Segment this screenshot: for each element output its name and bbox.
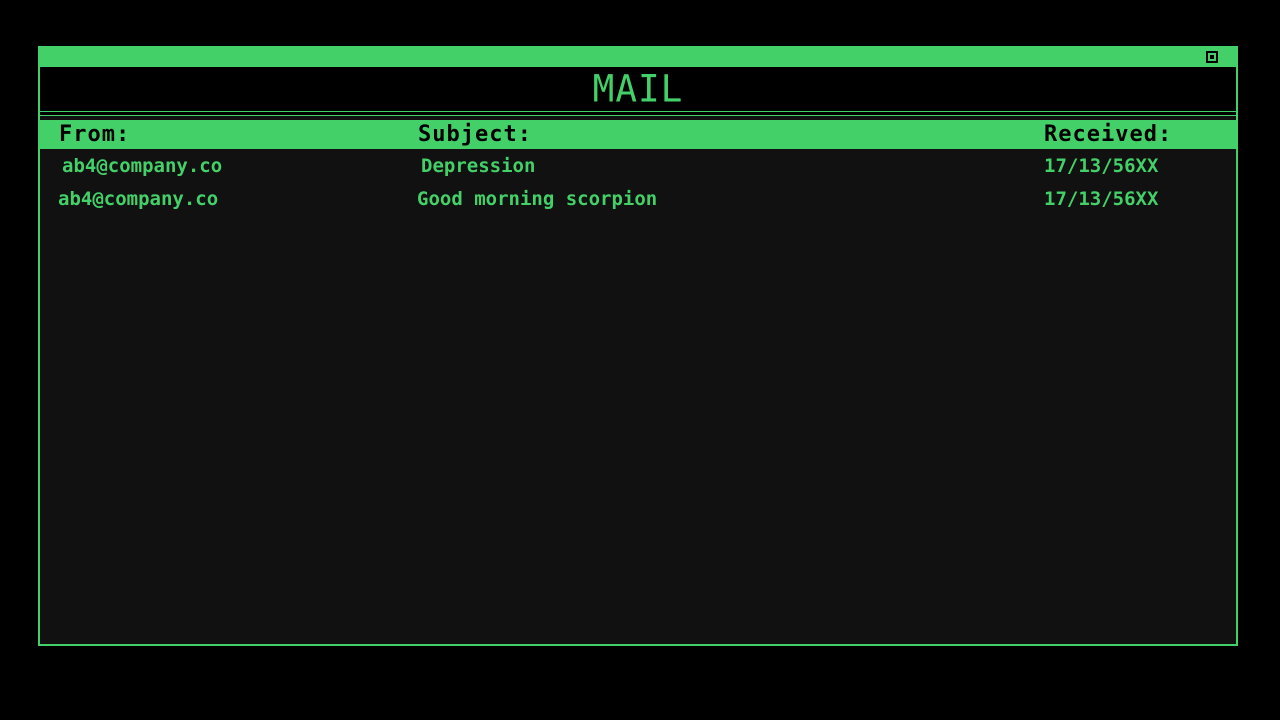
email-from: ab4@company.co bbox=[62, 155, 223, 177]
email-list: ab4@company.co Depression 17/13/56XX ab4… bbox=[40, 149, 1236, 215]
column-header-subject[interactable]: Subject: bbox=[418, 120, 532, 149]
mail-window: MAIL From: Subject: Received: ab4@compan… bbox=[38, 46, 1238, 646]
close-icon[interactable] bbox=[1206, 51, 1218, 63]
email-from: ab4@company.co bbox=[58, 188, 219, 210]
email-subject: Depression bbox=[421, 155, 536, 177]
email-received: 17/13/56XX bbox=[1044, 188, 1159, 210]
page-title: MAIL bbox=[592, 67, 684, 111]
email-subject: Good morning scorpion bbox=[417, 188, 658, 210]
title-area: MAIL bbox=[40, 67, 1236, 111]
email-row[interactable]: ab4@company.co Good morning scorpion 17/… bbox=[40, 182, 1236, 215]
email-received: 17/13/56XX bbox=[1044, 155, 1159, 177]
email-row[interactable]: ab4@company.co Depression 17/13/56XX bbox=[40, 149, 1236, 182]
column-header-received[interactable]: Received: bbox=[1044, 120, 1172, 149]
column-header-row: From: Subject: Received: bbox=[40, 120, 1236, 149]
column-header-from[interactable]: From: bbox=[59, 120, 130, 149]
window-titlebar[interactable] bbox=[40, 48, 1236, 67]
title-divider bbox=[40, 111, 1236, 116]
